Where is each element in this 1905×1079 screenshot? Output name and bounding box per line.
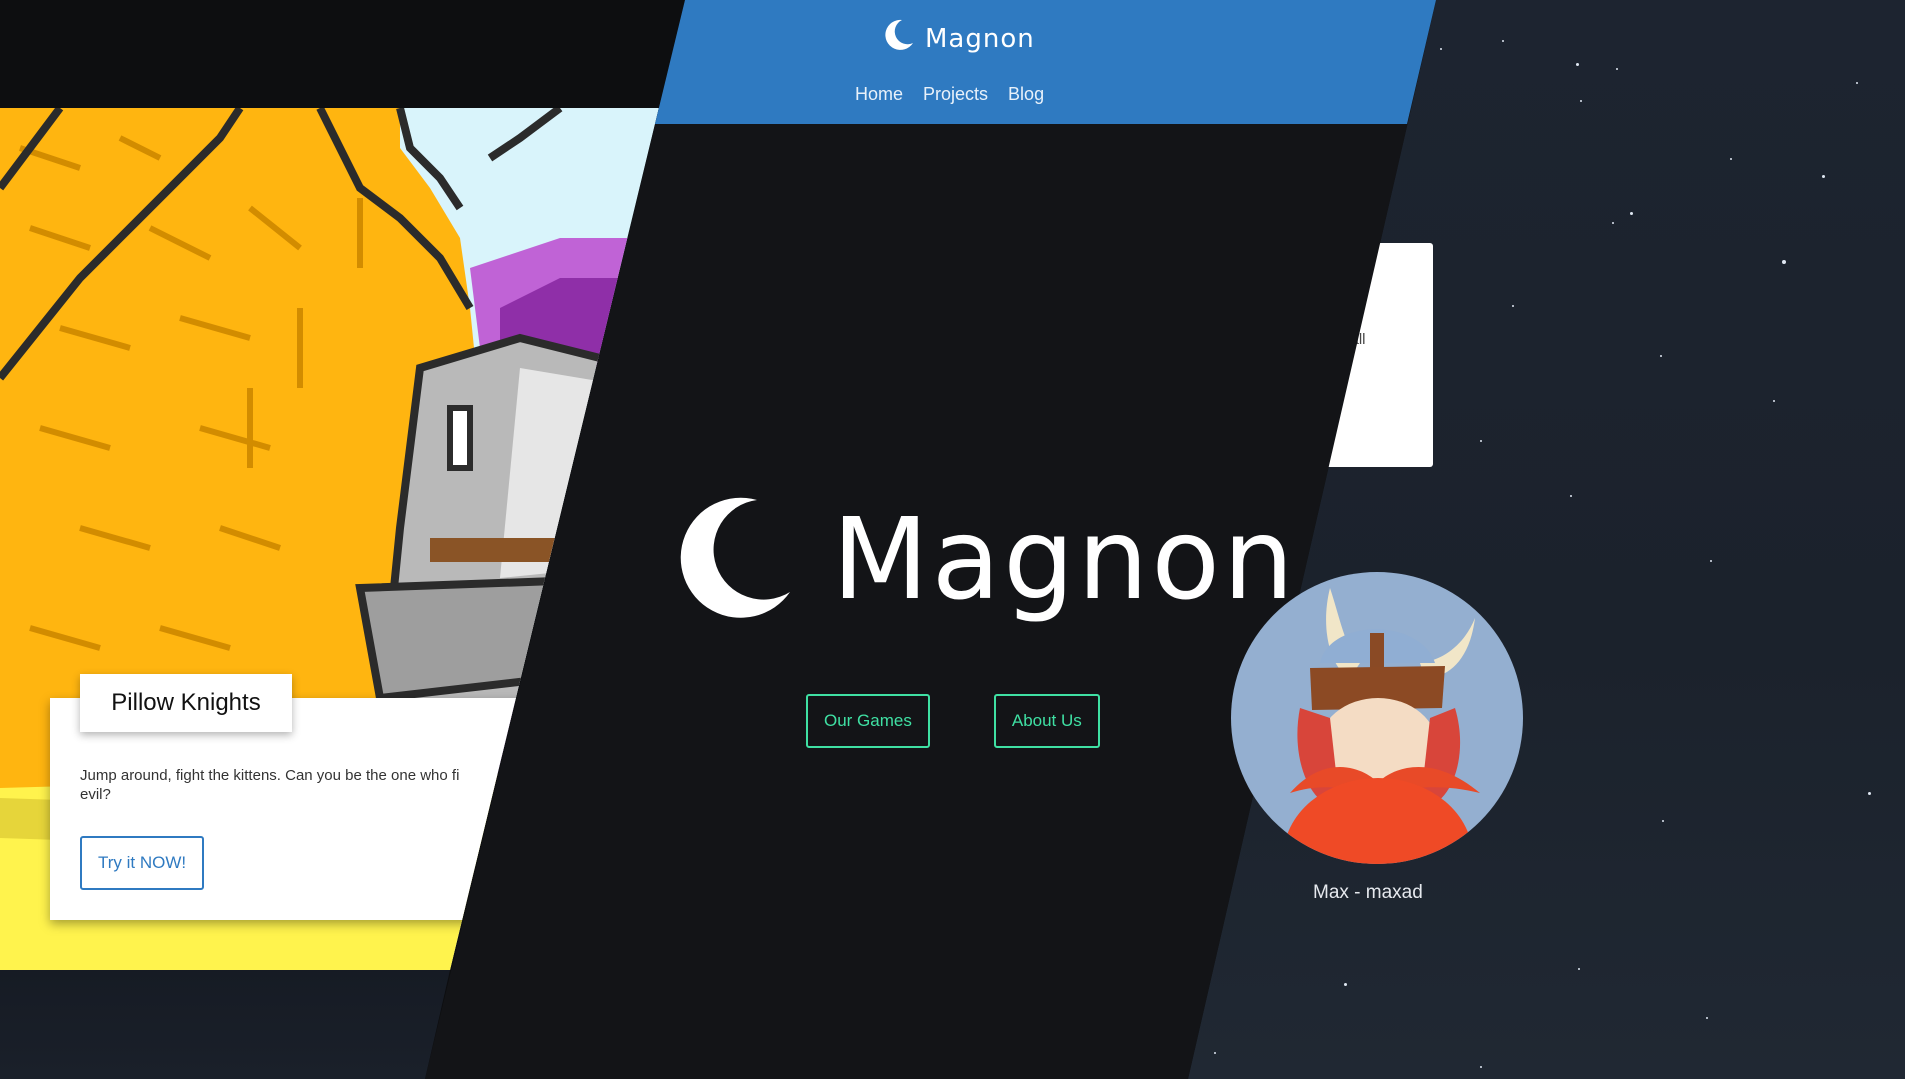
game-card-title: Pillow Knights [80, 674, 292, 732]
star [1512, 305, 1514, 307]
team-member-name: Max - maxad [1313, 882, 1423, 903]
star [1710, 560, 1712, 562]
star [1616, 68, 1618, 70]
avatar [1230, 568, 1524, 868]
star [1856, 82, 1858, 84]
star [1662, 820, 1664, 822]
game-card-description-line-2: evil? [80, 786, 111, 803]
star [1502, 40, 1504, 42]
hero-actions: Our Games About Us [806, 694, 1100, 748]
star [1214, 1052, 1216, 1054]
star [1344, 983, 1347, 986]
star [1773, 400, 1775, 402]
nav-item-blog[interactable]: Blog [1008, 84, 1044, 105]
game-card-description: Jump around, fight the kittens. Can you … [80, 766, 540, 804]
star [1612, 222, 1614, 224]
nav-item-projects[interactable]: Projects [923, 84, 988, 105]
star [1630, 212, 1633, 215]
main-nav: Home Projects Blog [855, 84, 1044, 105]
crescent-moon-icon [672, 492, 802, 628]
hero-title: Magnon [832, 495, 1297, 625]
hero-logo: Magnon [672, 492, 1297, 628]
star [1868, 792, 1871, 795]
star [1480, 1066, 1482, 1068]
star [1480, 440, 1482, 442]
about-us-button[interactable]: About Us [993, 694, 1100, 748]
crescent-moon-icon [885, 18, 915, 59]
our-games-button[interactable]: Our Games [806, 694, 930, 748]
viking-avatar [1231, 572, 1523, 864]
star [1580, 100, 1582, 102]
try-it-now-button[interactable]: Try it NOW! [80, 836, 205, 890]
star [1782, 260, 1786, 264]
brand[interactable]: Magnon [885, 18, 1035, 59]
star [1570, 495, 1572, 497]
star [1576, 63, 1579, 66]
star [1730, 158, 1732, 160]
star [1822, 175, 1825, 178]
page-stage: Pillow Knights Jump around, fight the ki… [0, 0, 1905, 1079]
star [1706, 1017, 1708, 1019]
nav-item-home[interactable]: Home [855, 84, 903, 105]
star [1578, 968, 1580, 970]
star [1440, 48, 1442, 50]
star [1660, 355, 1662, 357]
game-card-description-line-1: Jump around, fight the kittens. Can you … [80, 767, 460, 784]
brand-name: Magnon [925, 23, 1035, 54]
